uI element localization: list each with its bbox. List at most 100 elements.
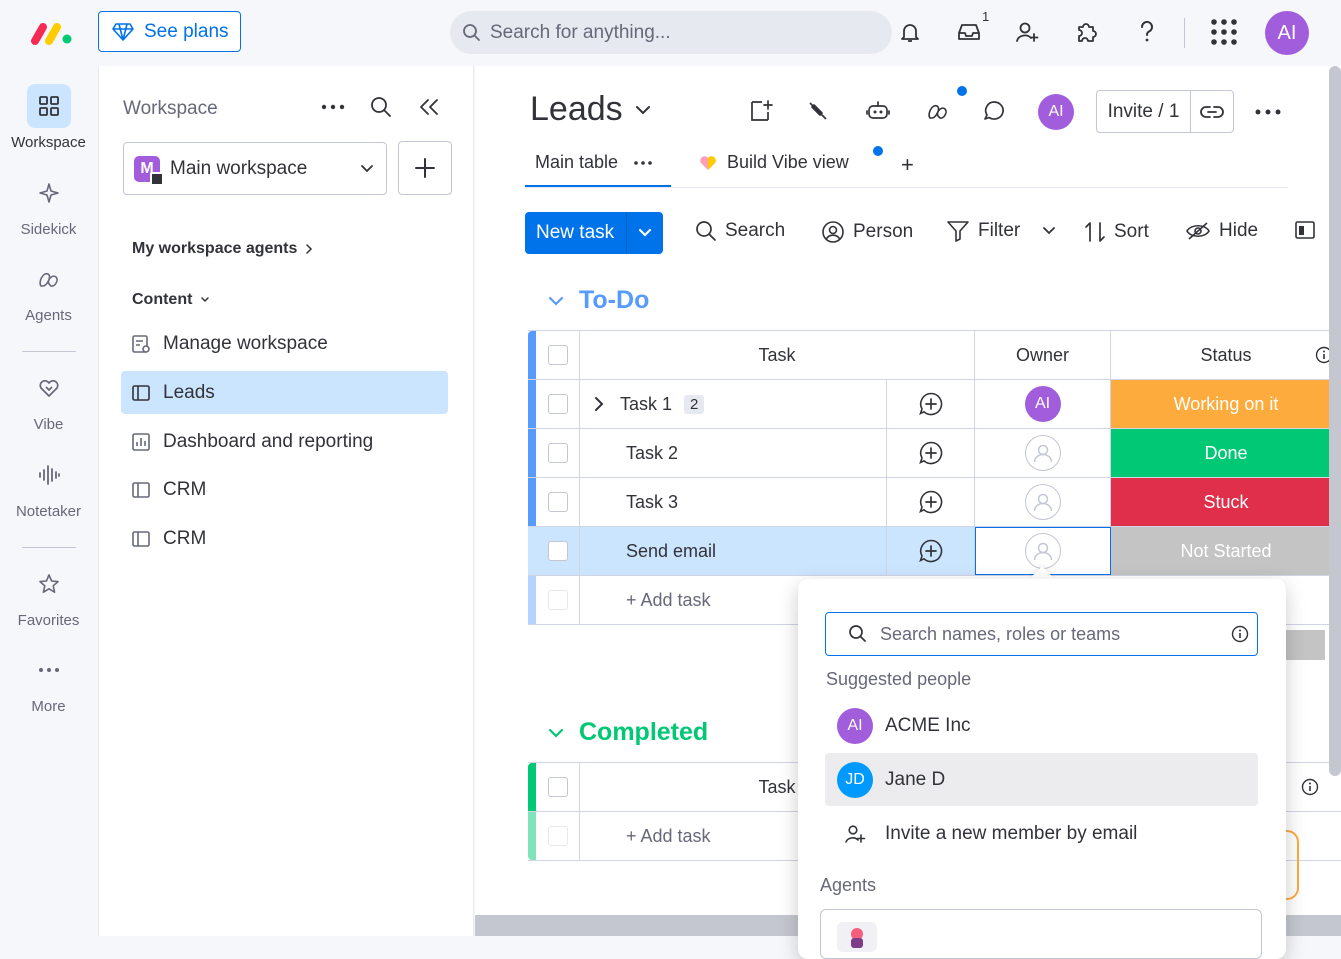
rail-item-notetaker[interactable]: Notetaker <box>0 453 97 520</box>
filter-button[interactable]: Filter <box>946 220 1056 242</box>
comment-icon[interactable] <box>979 96 1009 126</box>
group-header-completed[interactable]: Completed <box>547 718 708 747</box>
add-update-cell[interactable] <box>887 478 975 526</box>
status-cell[interactable]: Done <box>1111 429 1341 477</box>
subitems-count-badge[interactable]: 2 <box>684 394 705 414</box>
task-cell[interactable]: Task 2 <box>580 429 887 477</box>
add-update-cell[interactable] <box>887 380 975 428</box>
hide-button[interactable]: Hide <box>1185 220 1258 242</box>
people-search-input[interactable]: Search names, roles or teams <box>825 612 1258 656</box>
owner-cell[interactable] <box>975 429 1111 477</box>
row-checkbox[interactable] <box>547 443 568 463</box>
search-button[interactable]: Search <box>695 220 785 242</box>
workspace-selector[interactable]: M Main workspace <box>123 142 387 195</box>
agent-option[interactable] <box>820 909 1262 959</box>
invite-member-icon[interactable] <box>1012 17 1042 47</box>
invite-by-email-option[interactable]: Invite a new member by email <box>825 807 1258 860</box>
select-all-checkbox[interactable] <box>547 777 568 797</box>
expand-subitems-icon[interactable] <box>594 396 604 412</box>
invite-button[interactable]: Invite / 1 <box>1096 90 1234 133</box>
integrations-icon[interactable] <box>803 96 833 126</box>
help-icon[interactable] <box>1132 17 1162 47</box>
tab-main-table[interactable]: Main table <box>535 152 652 173</box>
info-icon[interactable] <box>1231 625 1249 643</box>
person-option-acme[interactable]: AI ACME Inc <box>825 699 1258 752</box>
chevron-down-icon[interactable] <box>627 228 663 238</box>
search-icon[interactable] <box>370 96 392 118</box>
tab-build-vibe-view[interactable]: Build Vibe view <box>699 152 849 173</box>
status-cell[interactable]: Stuck <box>1111 478 1341 526</box>
task-cell[interactable]: Task 1 2 <box>580 380 887 428</box>
rail-item-favorites[interactable]: Favorites <box>0 562 97 629</box>
sort-label: Sort <box>1114 221 1149 242</box>
task-cell[interactable]: Task 3 <box>580 478 887 526</box>
rail-item-sidekick[interactable]: Sidekick <box>0 171 97 238</box>
user-avatar[interactable]: AI <box>1265 11 1309 55</box>
column-header-task[interactable]: Task <box>580 331 975 379</box>
collapse-panel-icon[interactable] <box>419 98 439 116</box>
add-item-button[interactable] <box>398 141 452 195</box>
owner-cell[interactable]: AI <box>975 380 1111 428</box>
new-task-button[interactable]: New task <box>525 212 663 254</box>
add-update-icon[interactable] <box>918 489 944 515</box>
task-cell[interactable]: Send email <box>580 527 887 575</box>
layout-icon[interactable] <box>1294 220 1316 240</box>
board-title[interactable]: Leads <box>530 90 651 129</box>
chevron-down-icon[interactable] <box>1042 226 1056 236</box>
add-update-cell[interactable] <box>887 429 975 477</box>
column-header-status[interactable]: Status <box>1111 331 1341 379</box>
add-widget-icon[interactable] <box>746 96 776 126</box>
ws-item-crm[interactable]: CRM <box>121 517 448 560</box>
tab-options-icon[interactable] <box>634 160 652 165</box>
content-section-header[interactable]: Content <box>132 291 210 309</box>
add-update-icon[interactable] <box>918 440 944 466</box>
agents-icon[interactable] <box>923 96 953 126</box>
row-checkbox[interactable] <box>547 492 568 512</box>
rail-item-vibe[interactable]: Vibe <box>0 366 97 433</box>
sort-button[interactable]: Sort <box>1084 220 1149 244</box>
add-update-icon[interactable] <box>918 538 944 564</box>
table-row[interactable]: Task 3 Stuck <box>528 478 1341 527</box>
vertical-scrollbar[interactable] <box>1329 66 1341 776</box>
rail-item-workspace[interactable]: Workspace <box>0 84 97 151</box>
more-options-icon[interactable] <box>1255 109 1281 115</box>
table-row[interactable]: Task 1 2 AI Working on it <box>528 380 1341 429</box>
copy-link-icon[interactable] <box>1191 105 1233 119</box>
add-update-icon[interactable] <box>918 391 944 417</box>
rail-item-more[interactable]: More <box>0 648 97 715</box>
select-all-checkbox[interactable] <box>547 345 568 365</box>
global-search-input[interactable]: Search for anything... <box>450 11 892 54</box>
status-cell[interactable]: Not Started <box>1111 527 1341 575</box>
ws-item-crm[interactable]: CRM <box>121 468 448 511</box>
rail-item-agents[interactable]: Agents <box>0 257 97 324</box>
chevron-down-icon[interactable] <box>547 727 565 739</box>
see-plans-button[interactable]: See plans <box>98 11 241 52</box>
board-member-avatar[interactable]: AI <box>1038 94 1074 130</box>
ws-item-dashboard[interactable]: Dashboard and reporting <box>121 420 448 463</box>
add-update-cell[interactable] <box>887 527 975 575</box>
more-dots-icon <box>27 648 71 692</box>
agents-section-header[interactable]: My workspace agents <box>132 240 313 258</box>
ws-item-manage-workspace[interactable]: Manage workspace <box>121 322 448 365</box>
automation-robot-icon[interactable] <box>863 96 893 126</box>
row-checkbox[interactable] <box>547 541 568 561</box>
table-row[interactable]: Send email Not Started <box>528 527 1341 576</box>
info-icon[interactable] <box>1301 778 1319 796</box>
column-header-owner[interactable]: Owner <box>975 331 1111 379</box>
add-view-button[interactable]: + <box>901 152 914 178</box>
bell-icon[interactable] <box>895 17 925 47</box>
monday-logo[interactable] <box>30 20 74 46</box>
row-checkbox[interactable] <box>547 394 568 414</box>
inbox-icon[interactable] <box>954 17 984 47</box>
owner-cell[interactable] <box>975 478 1111 526</box>
status-cell[interactable]: Working on it <box>1111 380 1341 428</box>
person-option-jane[interactable]: JD Jane D <box>825 753 1258 806</box>
more-options-icon[interactable] <box>321 104 345 110</box>
person-filter-button[interactable]: Person <box>821 220 913 244</box>
ws-item-leads[interactable]: Leads <box>121 371 448 414</box>
apps-puzzle-icon[interactable] <box>1072 17 1102 47</box>
app-grid-icon[interactable] <box>1209 17 1239 47</box>
chevron-down-icon[interactable] <box>547 295 565 307</box>
table-row[interactable]: Task 2 Done <box>528 429 1341 478</box>
group-header-todo[interactable]: To-Do <box>547 286 649 315</box>
